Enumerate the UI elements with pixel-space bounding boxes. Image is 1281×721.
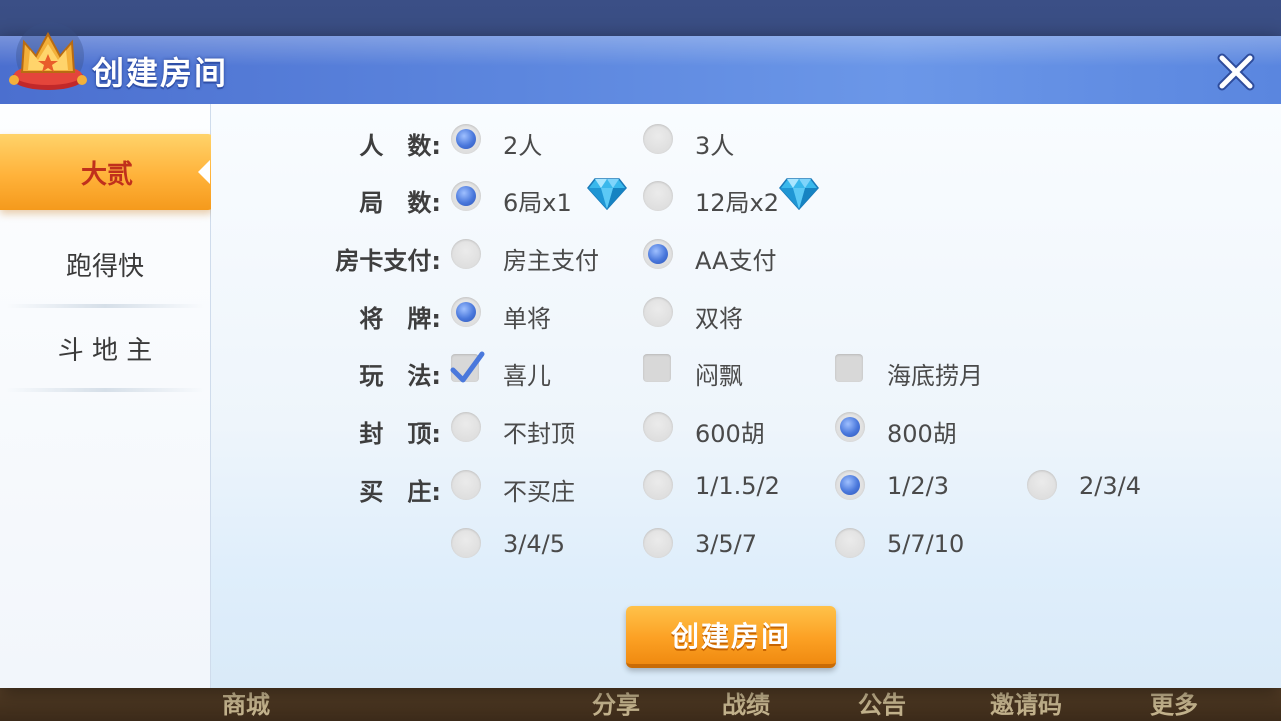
background-nav-item: 战绩 (722, 691, 770, 719)
radio-button[interactable] (643, 124, 673, 154)
rules-label: 玩 法: (359, 362, 441, 390)
sidebar-item-label: 大贰 (80, 159, 133, 190)
radio-button[interactable] (451, 181, 481, 211)
sidebar-item-doudizhu[interactable]: 斗 地 主 (0, 310, 210, 392)
game-type-sidebar: 大贰 跑得快 斗 地 主 (0, 104, 214, 688)
radio-button[interactable] (451, 528, 481, 558)
checkbox[interactable] (835, 354, 863, 382)
sidebar-item-daer[interactable]: 大贰 (0, 134, 214, 210)
diamond-icon (587, 175, 627, 211)
create-room-button[interactable]: 创建房间 (626, 606, 836, 668)
cap-label: 封 顶: (359, 420, 441, 448)
radio-button[interactable] (451, 239, 481, 269)
sidebar-item-label: 斗 地 主 (57, 335, 153, 366)
radio-button[interactable] (835, 412, 865, 442)
radio-button[interactable] (451, 124, 481, 154)
checkmark-icon (450, 351, 485, 383)
background-nav-item: 公告 (858, 691, 906, 719)
radio-button[interactable] (835, 470, 865, 500)
radio-button[interactable] (451, 412, 481, 442)
radio-button[interactable] (451, 470, 481, 500)
background-nav-item: 分享 (592, 691, 640, 719)
diamond-icon (779, 175, 819, 211)
radio-button[interactable] (643, 239, 673, 269)
radio-button[interactable] (643, 470, 673, 500)
background-nav-item: 商城 (222, 691, 270, 719)
background-nav: 商城 分享 战绩 公告 邀请码 更多 (0, 685, 1281, 719)
payment-label: 房卡支付: (335, 247, 441, 275)
checkbox[interactable] (643, 354, 671, 382)
radio-button[interactable] (1027, 470, 1057, 500)
radio-button[interactable] (451, 297, 481, 327)
radio-button[interactable] (835, 528, 865, 558)
dialog-title: 创建房间 (92, 54, 229, 92)
room-options-panel: 人 数: 2人 3人 局 数: 6局x1 12局x2 房卡支付: 房主支付 AA… (211, 104, 1281, 688)
crown-icon (6, 20, 92, 100)
create-room-dialog: 创建房间 大贰 跑得快 斗 地 主 人 数: 2人 3人 局 数: 6局x1 1… (0, 22, 1281, 688)
sidebar-item-label: 跑得快 (65, 251, 144, 282)
radio-button[interactable] (643, 528, 673, 558)
background-nav-item: 更多 (1150, 691, 1198, 719)
checkbox[interactable] (450, 351, 485, 383)
radio-button[interactable] (643, 297, 673, 327)
radio-button[interactable] (643, 412, 673, 442)
rounds-label: 局 数: (359, 189, 441, 217)
sidebar-item-paodekuai[interactable]: 跑得快 (0, 226, 210, 308)
players-label: 人 数: (359, 132, 441, 160)
general-label: 将 牌: (359, 305, 441, 333)
buy-label: 买 庄: (359, 478, 441, 506)
radio-button[interactable] (643, 181, 673, 211)
background-nav-item: 邀请码 (990, 691, 1062, 719)
active-indicator-icon (198, 160, 210, 184)
dialog-title-bar: 创建房间 (0, 36, 1281, 106)
close-icon[interactable] (1210, 52, 1262, 92)
